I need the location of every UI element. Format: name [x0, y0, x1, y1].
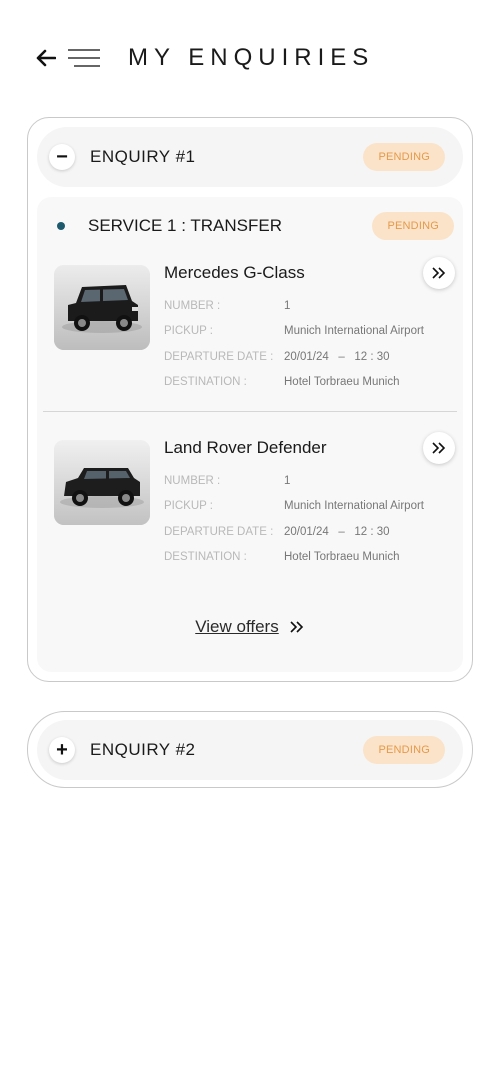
service-panel: SERVICE 1 : TRANSFER PENDING Mercedes G-…: [37, 197, 463, 672]
service-header: SERVICE 1 : TRANSFER PENDING: [37, 211, 454, 241]
separator: –: [338, 525, 345, 538]
detail-row: NUMBER : 1: [164, 293, 464, 319]
detail-label: DESTINATION :: [164, 376, 247, 389]
detail-value: 1: [284, 299, 291, 312]
detail-row: DESTINATION : Hotel Torbraeu Munich: [164, 545, 464, 571]
enquiry-header[interactable]: + ENQUIRY #2 PENDING: [37, 720, 463, 780]
detail-label: PICKUP :: [164, 500, 213, 513]
detail-value: Munich International Airport: [284, 500, 424, 513]
detail-label: DEPARTURE DATE :: [164, 525, 274, 538]
vehicle-name: Mercedes G-Class: [164, 263, 305, 282]
view-offers-label[interactable]: View offers: [195, 617, 278, 637]
enquiry-card: + ENQUIRY #2 PENDING: [27, 711, 473, 788]
enquiry-title: ENQUIRY #2: [90, 740, 196, 759]
expand-plus-icon[interactable]: +: [49, 737, 75, 763]
service-title: SERVICE 1 : TRANSFER: [88, 216, 282, 235]
detail-value: 20/01/24 – 12 : 30: [284, 351, 390, 363]
enquiry-title: ENQUIRY #1: [90, 147, 196, 166]
detail-value: Hotel Torbraeu Munich: [284, 551, 400, 564]
detail-row: DEPARTURE DATE : 20/01/24 – 12 : 30: [164, 519, 464, 545]
status-badge: PENDING: [372, 212, 454, 240]
detail-label: NUMBER :: [164, 474, 221, 487]
detail-label: DESTINATION :: [164, 551, 247, 564]
detail-label: NUMBER :: [164, 299, 221, 312]
vehicle-item: Land Rover Defender NUMBER : 1 PICKUP : …: [54, 432, 455, 578]
detail-label: DEPARTURE DATE :: [164, 350, 274, 363]
detail-row: DESTINATION : Hotel Torbraeu Munich: [164, 370, 464, 396]
collapse-minus-icon[interactable]: −: [49, 144, 75, 170]
view-offers-link[interactable]: View offers: [37, 617, 463, 637]
departure-time: 12 : 30: [354, 525, 390, 538]
detail-row: DEPARTURE DATE : 20/01/24 – 12 : 30: [164, 344, 464, 370]
chevron-double-right-icon[interactable]: [423, 257, 455, 289]
separator: –: [338, 350, 345, 363]
chevron-double-right-icon: [290, 621, 303, 633]
status-badge: PENDING: [363, 143, 445, 171]
status-badge: PENDING: [363, 736, 445, 764]
vehicle-image: [54, 265, 150, 350]
enquiry-header[interactable]: − ENQUIRY #1 PENDING: [37, 127, 463, 187]
detail-value: 1: [284, 474, 291, 487]
hamburger-menu-icon[interactable]: [66, 46, 102, 70]
vehicle-name: Land Rover Defender: [164, 438, 327, 457]
back-arrow-icon[interactable]: [34, 46, 58, 70]
chevron-double-right-icon[interactable]: [423, 432, 455, 464]
divider: [43, 411, 457, 412]
enquiry-card: − ENQUIRY #1 PENDING SERVICE 1 : TRANSFE…: [27, 117, 473, 682]
bullet-dot-icon: [57, 222, 65, 230]
detail-value: Hotel Torbraeu Munich: [284, 376, 400, 389]
vehicle-image: [54, 440, 150, 525]
detail-row: PICKUP : Munich International Airport: [164, 319, 464, 345]
detail-value: 20/01/24 – 12 : 30: [284, 526, 390, 538]
vehicle-item: Mercedes G-Class NUMBER : 1 PICKUP : Mun…: [54, 257, 455, 403]
detail-row: PICKUP : Munich International Airport: [164, 494, 464, 520]
top-bar: MY ENQUIRIES: [34, 38, 479, 78]
detail-row: NUMBER : 1: [164, 468, 464, 494]
vehicle-details: NUMBER : 1 PICKUP : Munich International…: [164, 468, 464, 570]
page-title: MY ENQUIRIES: [128, 44, 375, 71]
departure-time: 12 : 30: [354, 350, 390, 363]
detail-label: PICKUP :: [164, 325, 213, 338]
vehicle-details: NUMBER : 1 PICKUP : Munich International…: [164, 293, 464, 395]
departure-date: 20/01/24: [284, 350, 329, 363]
departure-date: 20/01/24: [284, 525, 329, 538]
detail-value: Munich International Airport: [284, 325, 424, 338]
